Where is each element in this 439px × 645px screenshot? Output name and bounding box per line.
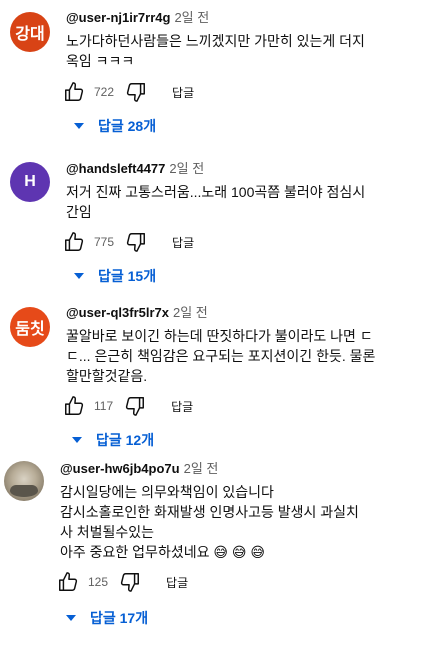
- comment-text: 저거 진짜 고통스러움...노래 100곡쯤 불러야 점심시 간임: [66, 182, 426, 222]
- reply-button[interactable]: 답글: [171, 398, 193, 415]
- replies-label: 답글 15개: [98, 268, 157, 284]
- caret-down-icon: [74, 123, 84, 129]
- avatar-initials: 강대: [15, 26, 45, 43]
- comment-header: @user-ql3fr5lr7x 2일 전: [66, 304, 208, 322]
- like-count: 722: [94, 85, 115, 99]
- view-replies-button[interactable]: 답글 12개: [72, 430, 154, 450]
- caret-down-icon: [72, 437, 82, 443]
- comment-actions: 125 답글: [56, 570, 188, 594]
- replies-label: 답글 12개: [96, 432, 155, 448]
- comment-line: 아주 중요한 업무하셨네요 😅 😅 😅: [60, 544, 265, 560]
- replies-label: 답글 17개: [90, 610, 149, 626]
- comment-line: 사 처벌될수있는: [60, 524, 155, 540]
- comment-time[interactable]: 2일 전: [184, 461, 219, 476]
- replies-label: 답글 28개: [98, 118, 157, 134]
- caret-down-icon: [66, 615, 76, 621]
- comment-actions: 775 답글: [62, 230, 194, 254]
- view-replies-button[interactable]: 답글 28개: [74, 116, 156, 136]
- comment-line: ㄷ... 은근히 책임감은 요구되는 포지션이긴 한듯. 물론: [66, 348, 376, 364]
- caret-down-icon: [74, 273, 84, 279]
- comment-header: @handsleft4477 2일 전: [66, 160, 204, 178]
- like-count: 775: [94, 235, 115, 249]
- like-count: 125: [88, 575, 109, 589]
- view-replies-button[interactable]: 답글 17개: [66, 608, 148, 628]
- thumb-down-icon[interactable]: [123, 394, 147, 418]
- avatar[interactable]: 둠칫: [10, 307, 50, 347]
- thumb-up-icon[interactable]: [62, 80, 86, 104]
- avatar-initials: H: [24, 173, 36, 190]
- comment-author[interactable]: @user-nj1ir7rr4g: [66, 10, 170, 25]
- comment-time[interactable]: 2일 전: [169, 161, 204, 176]
- comment-text: 감시일당에는 의무와책임이 있습니다 감시소홀로인한 화재발생 인명사고등 발생…: [60, 482, 430, 562]
- comment-line: 노가다하던사람들은 느끼겠지만 가만히 있는게 더지: [66, 33, 365, 49]
- comment-line: 간임: [66, 204, 92, 220]
- comment-actions: 117 답글: [62, 394, 193, 418]
- comment-line: 옥임 ㅋㅋㅋ: [66, 53, 135, 69]
- like-count: 117: [94, 399, 114, 413]
- comment-line: 꿀알바로 보이긴 하는데 딴짓하다가 불이라도 나면 ㄷ: [66, 328, 373, 344]
- comment-line: 저거 진짜 고통스러움...노래 100곡쯤 불러야 점심시: [66, 184, 366, 200]
- comment-author[interactable]: @user-ql3fr5lr7x: [66, 305, 169, 320]
- comment-author[interactable]: @user-hw6jb4po7u: [60, 461, 180, 476]
- reply-button[interactable]: 답글: [172, 84, 194, 101]
- comment-line: 감시소홀로인한 화재발생 인명사고등 발생시 과실치: [60, 504, 359, 520]
- thumb-down-icon[interactable]: [124, 230, 148, 254]
- avatar[interactable]: H: [10, 162, 50, 202]
- thumb-down-icon[interactable]: [124, 80, 148, 104]
- view-replies-button[interactable]: 답글 15개: [74, 266, 156, 286]
- thumb-up-icon[interactable]: [62, 394, 86, 418]
- thumb-up-icon[interactable]: [62, 230, 86, 254]
- reply-button[interactable]: 답글: [172, 234, 194, 251]
- comment-text: 꿀알바로 보이긴 하는데 딴짓하다가 불이라도 나면 ㄷ ㄷ... 은근히 책임…: [66, 326, 431, 386]
- comment-header: @user-nj1ir7rr4g 2일 전: [66, 9, 209, 27]
- thumb-up-icon[interactable]: [56, 570, 80, 594]
- comment-line: 할만할것같음.: [66, 368, 148, 384]
- comment-author[interactable]: @handsleft4477: [66, 161, 165, 176]
- comment-time[interactable]: 2일 전: [174, 10, 209, 25]
- comment-line: 감시일당에는 의무와책임이 있습니다: [60, 484, 274, 500]
- avatar[interactable]: [4, 461, 44, 501]
- reply-button[interactable]: 답글: [166, 574, 188, 591]
- avatar-initials: 둠칫: [15, 321, 45, 338]
- comment-header: @user-hw6jb4po7u 2일 전: [60, 460, 218, 478]
- comment-actions: 722 답글: [62, 80, 194, 104]
- comment-time[interactable]: 2일 전: [173, 305, 208, 320]
- comment-text: 노가다하던사람들은 느끼겠지만 가만히 있는게 더지 옥임 ㅋㅋㅋ: [66, 31, 426, 71]
- thumb-down-icon[interactable]: [118, 570, 142, 594]
- avatar[interactable]: 강대: [10, 12, 50, 52]
